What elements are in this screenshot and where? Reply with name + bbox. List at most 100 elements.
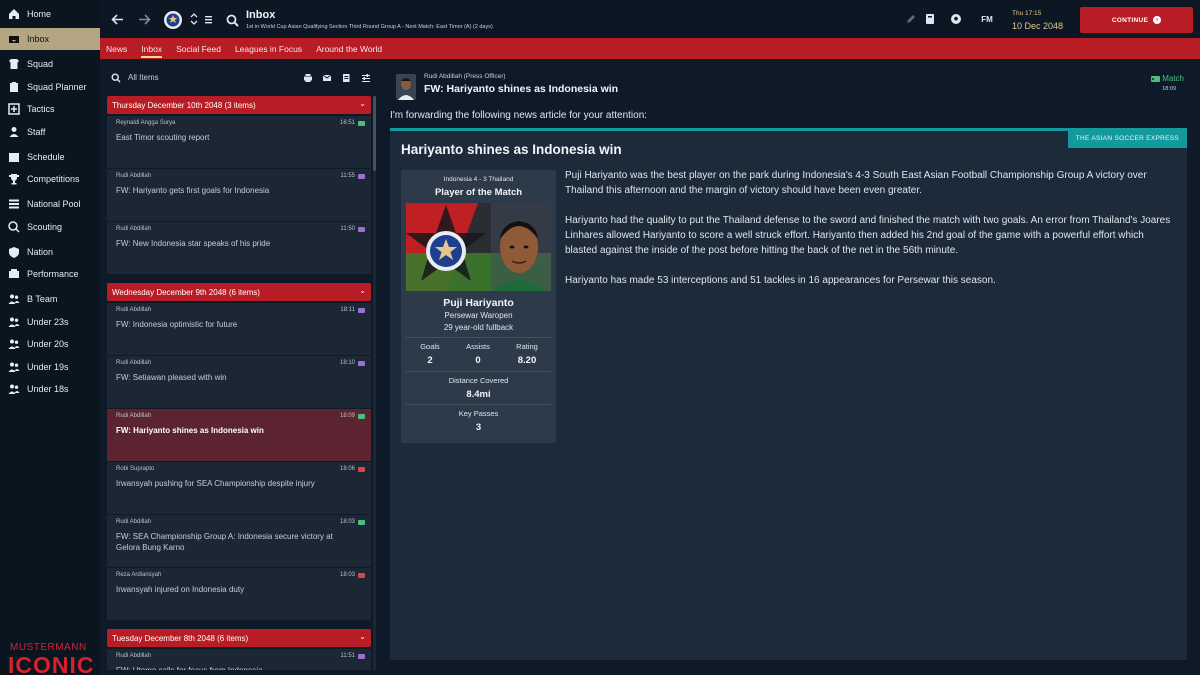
message-row[interactable]: Rudi Abdillah 11:51 FW: Utomo calls for fo…: [107, 649, 371, 670]
sender-name[interactable]: Rudi Abdillah (Press Officer): [424, 73, 506, 80]
message-time: 18:03: [339, 572, 355, 578]
message-sender: Reza Ardiansyah: [116, 572, 162, 578]
sidebar-item-under-20s[interactable]: Under 20s: [0, 333, 100, 355]
stat-goals: Goals 2: [405, 342, 455, 366]
message-row[interactable]: Rudi Abdillah 11:50 FW: New Indonesia star…: [107, 222, 371, 275]
staff-icon: [8, 126, 20, 138]
date-group-header[interactable]: Tuesday December 8th 2048 (6 items) ⌄: [107, 629, 371, 647]
sliders-icon[interactable]: [360, 72, 371, 83]
stat-rating: Rating 8.20: [502, 342, 552, 366]
message-subject: Irwansyah injured on Indonesia duty: [116, 585, 245, 594]
pencil-icon[interactable]: [902, 11, 918, 27]
scrollbar-thumb[interactable]: [373, 96, 376, 171]
message-tag-icon: [358, 467, 365, 472]
message-row[interactable]: Rudi Abdillah 18:09 FW: Hariyanto shines a…: [107, 409, 371, 462]
sidebar-item-under-19s[interactable]: Under 19s: [0, 356, 100, 378]
sidebar-item-inbox[interactable]: Inbox: [0, 28, 100, 50]
back-arrow-icon[interactable]: [109, 11, 125, 27]
message-row[interactable]: Reynaldi Angga Surya 16:51 East Timor scou…: [107, 116, 371, 169]
arrow-right-icon: ›: [1153, 16, 1162, 24]
tab-inbox[interactable]: Inbox: [135, 38, 168, 59]
tab-around-the-world[interactable]: Around the World: [310, 38, 388, 59]
sender-avatar[interactable]: [396, 74, 416, 100]
sidebar-item-label: B Team: [27, 294, 58, 304]
divider: [406, 371, 551, 372]
group-header-label: Tuesday December 8th 2048 (6 items): [112, 633, 249, 643]
home-icon: [8, 8, 20, 20]
sidebar-item-competitions[interactable]: Competitions: [0, 168, 100, 190]
sidebar-item-national-pool[interactable]: National Pool: [0, 193, 100, 215]
search-icon[interactable]: [224, 12, 240, 28]
sidebar-item-tactics[interactable]: Tactics: [0, 98, 100, 120]
date-display[interactable]: Thu 17:15 10 Dec 2048: [1006, 7, 1074, 33]
message-tag-icon: [358, 654, 365, 659]
player-portrait[interactable]: [406, 203, 551, 291]
sidebar-item-under-18s[interactable]: Under 18s: [0, 378, 100, 400]
list-scrollbar[interactable]: [373, 96, 376, 670]
stat-value: 3: [475, 422, 482, 433]
player-club[interactable]: Persewar Waropen: [401, 311, 556, 320]
message-row[interactable]: Rudi Abdillah 18:10 FW: Setiawan pleased w…: [107, 356, 371, 409]
message-sender: Rudi Abdillah: [116, 653, 152, 659]
fm-logo[interactable]: FM: [977, 11, 997, 27]
sidebar-item-label: Nation: [27, 247, 54, 257]
filter-input[interactable]: All Items: [128, 73, 159, 82]
menu-icon[interactable]: [200, 11, 216, 27]
notebook-icon[interactable]: [922, 11, 938, 27]
player-name[interactable]: Puji Hariyanto: [401, 297, 556, 309]
team-icon: [8, 361, 20, 373]
sidebar-item-staff[interactable]: Staff: [0, 121, 100, 143]
sidebar-item-label: Under 23s: [27, 317, 69, 327]
stat-label: Rating: [516, 342, 538, 351]
search-icon[interactable]: [110, 72, 121, 83]
sidebar-item-performance[interactable]: Performance: [0, 263, 100, 285]
match-score[interactable]: Indonesia 4 - 3 Thailand: [401, 176, 556, 183]
chevron-down-icon[interactable]: ⌄: [359, 286, 366, 295]
sidebar-item-b-team[interactable]: B Team: [0, 288, 100, 310]
message-row[interactable]: Rudi Abdillah 18:11 FW: Indonesia optimist…: [107, 303, 371, 356]
club-badge-icon[interactable]: [163, 10, 183, 30]
clipboard-icon: [8, 81, 20, 93]
message-time: 18:03: [339, 519, 355, 525]
envelope-icon[interactable]: [321, 72, 332, 83]
sidebar-item-label: Squad: [27, 59, 54, 69]
stat-value: 8.20: [517, 355, 537, 366]
forward-arrow-icon[interactable]: [136, 11, 152, 27]
sidebar-item-under-23s[interactable]: Under 23s: [0, 311, 100, 333]
tab-leagues-in-focus[interactable]: Leagues in Focus: [229, 38, 308, 59]
trophy-icon: [8, 173, 20, 185]
message-row[interactable]: Rudi Abdillah 11:55 FW: Hariyanto gets fir…: [107, 169, 371, 222]
ticket-icon: [1151, 75, 1161, 82]
message-type-badge[interactable]: Match: [1151, 74, 1184, 83]
date-group-header[interactable]: Wednesday December 9th 2048 (6 items) ⌄: [107, 283, 371, 301]
sidebar-item-squad-planner[interactable]: Squad Planner: [0, 76, 100, 98]
message-tag-icon: [358, 361, 365, 366]
message-intro: I'm forwarding the following news articl…: [390, 110, 648, 121]
printer-icon[interactable]: [302, 72, 313, 83]
player-of-match-card[interactable]: Indonesia 4 - 3 Thailand Player of the M…: [401, 170, 556, 443]
message-tag-icon: [358, 227, 365, 232]
sidebar-item-schedule[interactable]: Schedule: [0, 146, 100, 168]
date-group-header[interactable]: Thursday December 10th 2048 (3 items) ⌄: [107, 96, 371, 114]
sidebar-item-nation[interactable]: Nation: [0, 241, 100, 263]
chevron-down-icon[interactable]: ⌄: [359, 99, 366, 108]
article-paragraph: Hariyanto has made 53 interceptions and …: [565, 275, 996, 286]
continue-button[interactable]: CONTINUE ›: [1080, 7, 1193, 33]
football-icon[interactable]: [948, 11, 964, 27]
message-subject: FW: SEA Championship Group A: Indonesia …: [116, 532, 333, 552]
sidebar-item-label: Under 20s: [27, 339, 69, 349]
tab-social-feed[interactable]: Social Feed: [170, 38, 227, 59]
message-list[interactable]: Thursday December 10th 2048 (3 items) ⌄ Re…: [107, 96, 371, 670]
document-icon[interactable]: [340, 72, 351, 83]
message-row[interactable]: Rudi Abdillah 18:03 FW: SEA Championship G…: [107, 515, 371, 568]
message-row[interactable]: Robi Suprapto 18:06 Irwansyah pushing for …: [107, 462, 371, 515]
message-subject: East Timor scouting report: [116, 133, 210, 142]
message-title: FW: Hariyanto shines as Indonesia win: [424, 83, 619, 95]
section-tabs: News Inbox Social Feed Leagues in Focus Arou…: [100, 38, 1200, 59]
sidebar-item-squad[interactable]: Squad: [0, 53, 100, 75]
message-row[interactable]: Reza Ardiansyah 18:03 Irwansyah injured on…: [107, 568, 371, 621]
sidebar-item-home[interactable]: Home: [0, 3, 100, 25]
sidebar-item-scouting[interactable]: Scouting: [0, 216, 100, 238]
tab-news[interactable]: News: [100, 38, 133, 59]
chevron-down-icon[interactable]: ⌄: [359, 632, 366, 641]
